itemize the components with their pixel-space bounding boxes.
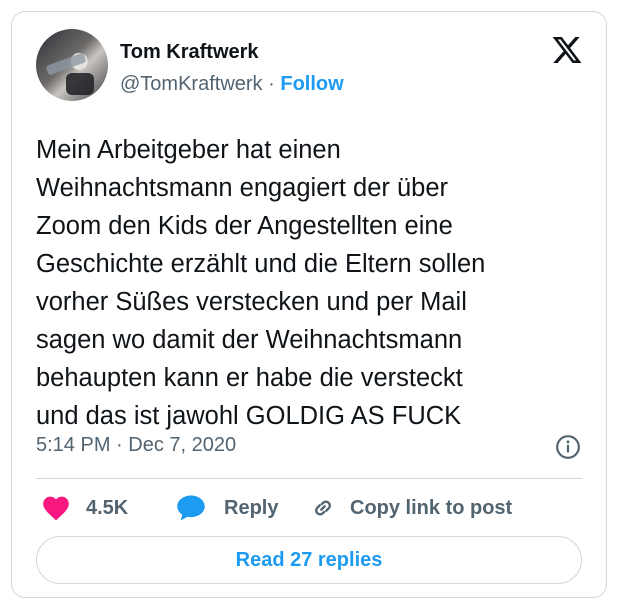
follow-button[interactable]: Follow [280,73,343,95]
tweet-text-line: vorher Süßes verstecken und per Mail [36,288,467,316]
tweet-text-line: sagen wo damit der Weihnachtsmann [36,326,463,354]
read-replies-label: Read 27 replies [235,548,383,571]
tweet-text-line: behaupten kann er habe die versteckt [36,364,463,392]
tweet-text-line: Geschichte erzählt und die Eltern sollen [36,250,486,278]
like-count: 4.5K [86,496,129,519]
reply-label: Reply [224,496,279,519]
info-icon[interactable] [555,434,581,460]
author-name[interactable]: Tom Kraftwerk [120,41,259,64]
divider [36,478,582,479]
link-icon [315,500,331,516]
x-logo-icon[interactable] [550,34,584,66]
tweet-text: Mein Arbeitgeber hat einen Weihnachtsman… [36,131,596,435]
copy-link-button[interactable]: Copy link to post [310,488,512,528]
avatar[interactable] [36,29,108,101]
like-button[interactable]: 4.5K [42,488,128,528]
tweet-text-line: Zoom den Kids der Angestellten eine [36,212,453,240]
read-replies-button[interactable]: Read 27 replies [36,536,582,584]
tweet-text-line: Mein Arbeitgeber hat einen [36,136,341,164]
timestamp[interactable]: 5:14 PM · Dec 7, 2020 [36,434,236,457]
author-handle-row: @TomKraftwerk · Follow [120,73,344,96]
tweet-text-line: und das ist jawohl GOLDIG AS FUCK [36,402,462,430]
action-bar: 4.5K Reply Copy link to post [36,488,582,528]
copy-link-label: Copy link to post [350,496,513,519]
reply-button[interactable]: Reply [176,488,278,528]
tweet-card: Tom Kraftwerk @TomKraftwerk · Follow Mei… [11,11,607,598]
tweet-text-line: Weihnachtsmann engagiert der über [36,174,449,202]
reply-bubble-icon [177,495,205,521]
author-handle[interactable]: @TomKraftwerk [120,73,263,95]
heart-icon [43,496,69,521]
avatar-detail [66,73,94,95]
separator-dot: · [268,73,275,95]
